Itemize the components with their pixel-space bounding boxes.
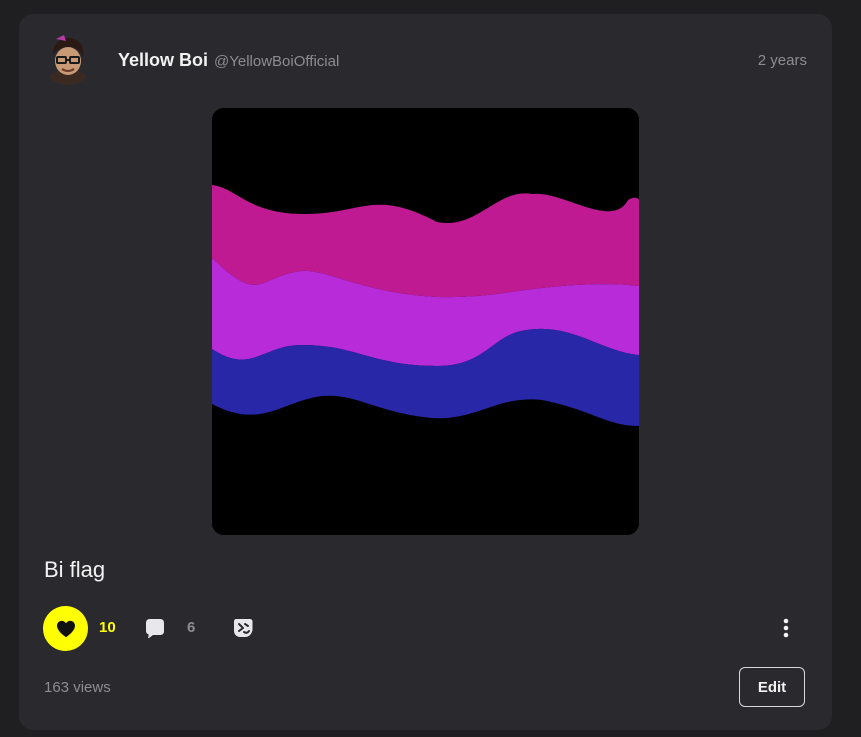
vertical-ellipsis-icon [783,618,789,638]
author-name[interactable]: Yellow Boi [118,50,208,71]
remix-icon [234,619,253,637]
author-avatar[interactable] [42,33,94,85]
more-options-button[interactable] [776,617,796,639]
speech-bubble-icon [146,619,164,639]
post-timestamp: 2 years [757,52,807,69]
view-count: 163 views [44,679,111,696]
post-card: Yellow Boi @YellowBoiOfficial 2 years Bi… [19,14,832,730]
like-count: 10 [99,619,116,636]
like-button[interactable] [43,606,88,651]
avatar-image [42,33,94,85]
edit-button[interactable]: Edit [739,667,805,707]
bi-flag-drawing [212,108,639,535]
comment-button[interactable] [144,617,166,639]
heart-icon [56,620,75,637]
page-frame: Yellow Boi @YellowBoiOfficial 2 years Bi… [0,0,861,737]
post-title: Bi flag [44,557,106,582]
author-handle: @YellowBoiOfficial [214,53,340,70]
comment-count: 6 [187,619,196,636]
post-image[interactable] [212,108,639,535]
remix-button[interactable] [231,616,255,640]
